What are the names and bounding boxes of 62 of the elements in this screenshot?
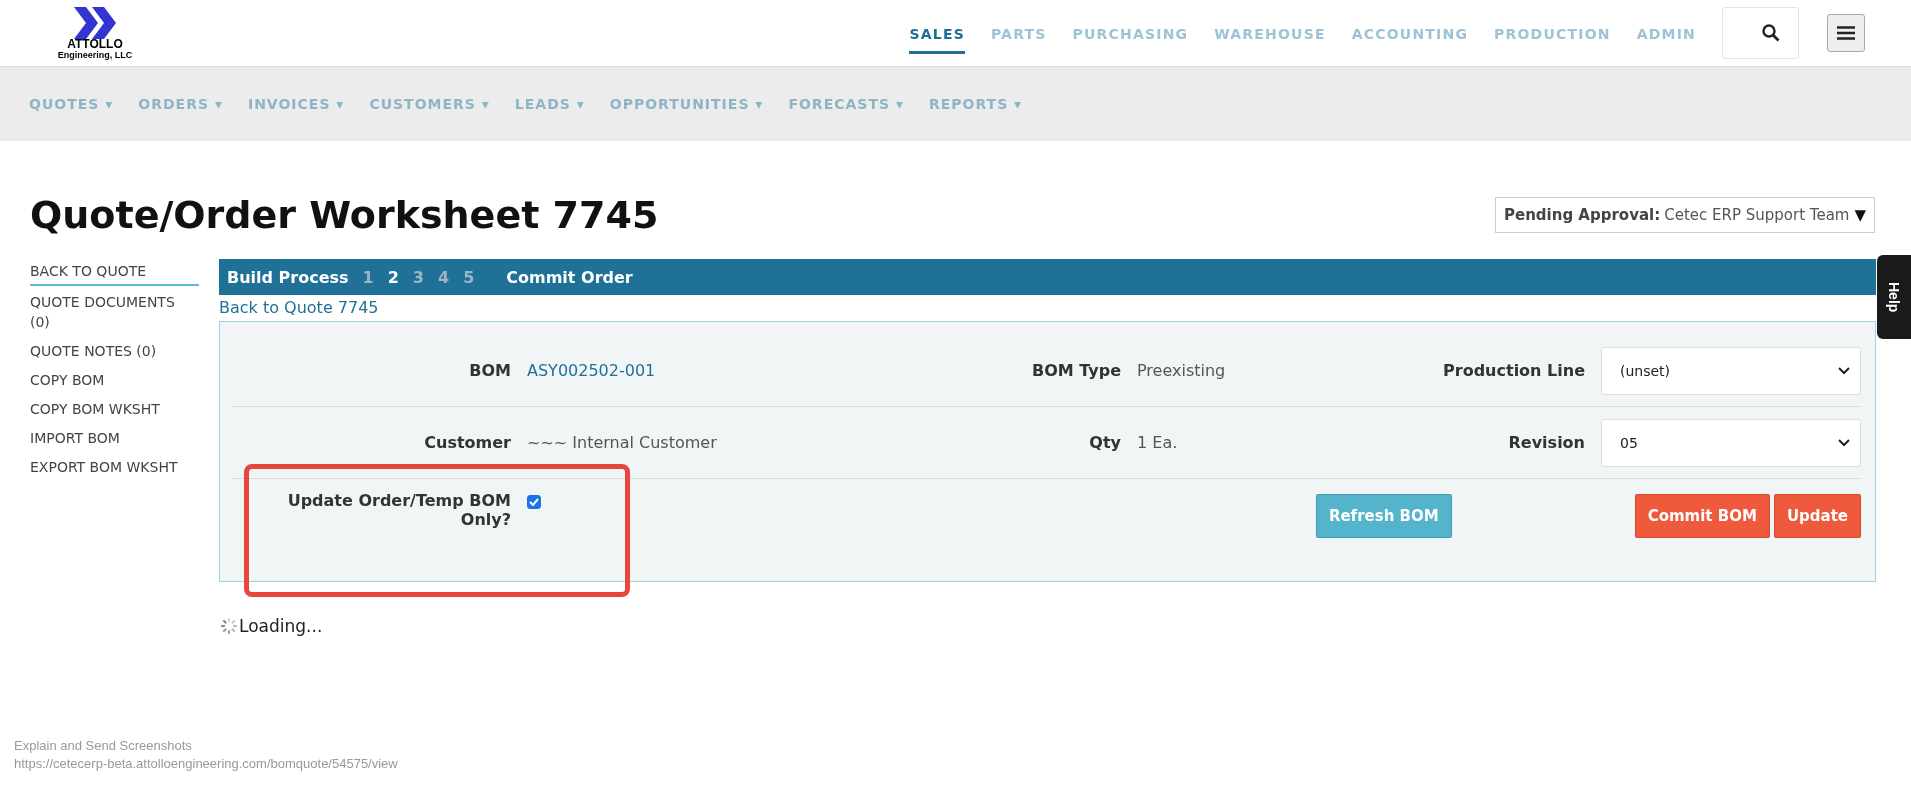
back-link[interactable]: Back to Quote 7745	[219, 298, 1876, 317]
sidebar-link[interactable]: EXPORT BOM WKSHT	[30, 455, 199, 482]
field-label: BOM	[468, 361, 511, 380]
field-label: Production Line	[1442, 361, 1585, 380]
field-label: Revision	[1507, 433, 1585, 452]
step-link[interactable]: 2	[387, 267, 399, 287]
spinner-icon	[219, 616, 239, 636]
step-link[interactable]: 5	[463, 267, 475, 287]
build-process-bar: Build Process 1 2 3 4 5 Commit Order	[219, 259, 1876, 295]
subnav-menu[interactable]: REPORTS ▾	[928, 96, 1023, 112]
caption-text: Explain and Send Screenshots	[14, 737, 193, 755]
loading-text: Loading...	[239, 616, 323, 636]
action-button[interactable]: Refresh BOM	[1315, 494, 1452, 538]
field-value: ~~~ Internal Customer	[526, 433, 718, 452]
commit-order-link[interactable]: Commit Order	[506, 267, 633, 287]
chevron-down-icon	[1838, 438, 1850, 447]
field-label: BOM Type	[1030, 361, 1121, 380]
page-title: Quote/Order Worksheet 7745	[30, 193, 659, 237]
help-tab[interactable]: Help	[1877, 255, 1911, 339]
action-button[interactable]: Commit BOM	[1634, 494, 1770, 538]
nav-tab[interactable]: PARTS	[990, 14, 1047, 54]
search-icon	[1762, 24, 1780, 42]
url-text: https://cetecerp-beta.attolloengineering.com/bomquote/54575/view	[14, 755, 398, 773]
approval-dropdown[interactable]: Pending Approval: Cetec ERP Support Team ▼	[1495, 197, 1875, 233]
field-value: Preexisting	[1136, 361, 1227, 380]
sidebar-link[interactable]: QUOTE NOTES (0)	[30, 339, 199, 366]
subnav-menu[interactable]: LEADS ▾	[514, 96, 585, 112]
sidebar-link[interactable]: IMPORT BOM	[30, 426, 199, 453]
subnav-menu[interactable]: ORDERS ▾	[138, 96, 223, 112]
step-link[interactable]: 4	[438, 267, 450, 287]
nav-tab[interactable]: WAREHOUSE	[1214, 14, 1326, 54]
nav-tab[interactable]: PURCHASING	[1072, 14, 1189, 54]
subnav-menu[interactable]: FORECASTS ▾	[788, 96, 904, 112]
search-field[interactable]	[1722, 7, 1799, 59]
select-field[interactable]: (unset)	[1601, 346, 1861, 395]
field-value: 1 Ea.	[1136, 433, 1179, 452]
subnav-menu[interactable]: QUOTES ▾	[29, 96, 114, 112]
nav-tab[interactable]: ADMIN	[1636, 14, 1696, 54]
subnav-menu[interactable]: OPPORTUNITIES ▾	[609, 96, 764, 112]
field-label: Customer	[423, 433, 511, 452]
chevron-down-icon	[1838, 366, 1850, 375]
sidebar-link[interactable]: COPY BOM	[30, 368, 199, 395]
nav-tab[interactable]: ACCOUNTING	[1351, 14, 1469, 54]
select-field[interactable]: 05	[1601, 418, 1861, 467]
sidebar-link[interactable]: BACK TO QUOTE	[30, 259, 199, 286]
step-link[interactable]: 1	[362, 267, 374, 287]
bom-link[interactable]: ASY002502-001	[511, 361, 861, 380]
nav-tab[interactable]: SALES	[909, 14, 965, 54]
sidebar-link[interactable]: QUOTE DOCUMENTS (0)	[30, 290, 199, 337]
menu-button[interactable]	[1827, 14, 1865, 52]
chevron-logo-icon	[72, 6, 118, 39]
company-logo[interactable]: ATTOLLO Engineering, LLC	[50, 6, 140, 60]
checkbox[interactable]	[527, 494, 541, 509]
step-link[interactable]: 3	[412, 267, 424, 287]
sidebar-link[interactable]: COPY BOM WKSHT	[30, 397, 199, 424]
field-label: Qty	[1088, 433, 1121, 452]
subnav-menu[interactable]: CUSTOMERS ▾	[369, 96, 490, 112]
action-button[interactable]: Update	[1773, 494, 1861, 538]
subnav-menu[interactable]: INVOICES ▾	[247, 96, 345, 112]
nav-tab[interactable]: PRODUCTION	[1494, 14, 1611, 54]
menu-icon	[1837, 26, 1855, 40]
field-label: Update Order/Temp BOM Only?	[286, 491, 511, 529]
